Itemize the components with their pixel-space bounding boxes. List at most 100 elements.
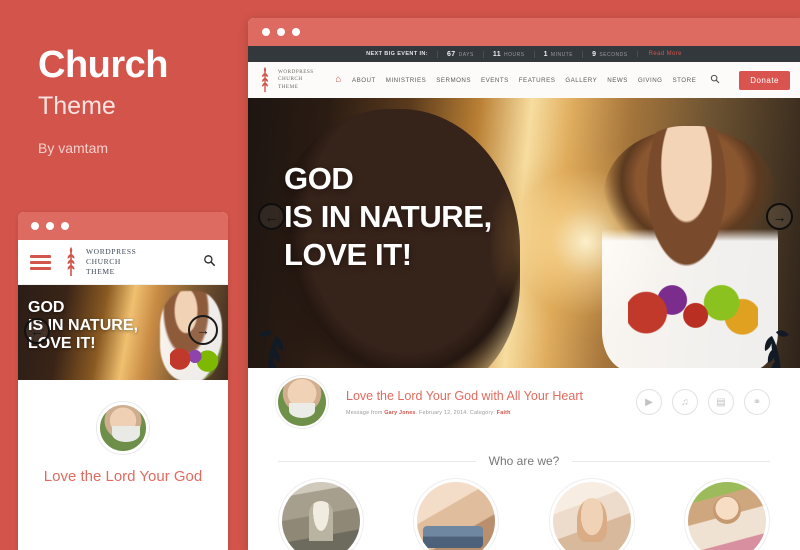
home-icon[interactable]: ⌂ bbox=[335, 75, 342, 85]
page-root: Church Theme By vamtam WORDPRESS CHURCH … bbox=[0, 0, 800, 550]
event-countdown-bar: NEXT BIG EVENT IN: 67 DAYS 11 HOURS 1 MI… bbox=[248, 46, 800, 62]
nav-item-news[interactable]: NEWS bbox=[607, 77, 628, 84]
sermon-meta-line: Message from Gary Jones. February 12, 20… bbox=[346, 410, 583, 416]
hands-on-book-photo[interactable] bbox=[417, 482, 496, 550]
nav-item-features[interactable]: FEATURES bbox=[519, 77, 556, 84]
countdown-seconds: 9 SECONDS bbox=[582, 50, 637, 58]
countdown-hours: 11 HOURS bbox=[482, 50, 534, 58]
countdown-seconds-unit: SECONDS bbox=[599, 51, 628, 58]
mobile-sermon-title[interactable]: Love the Lord Your God bbox=[18, 468, 228, 487]
pdf-icon[interactable]: ▤ bbox=[708, 389, 734, 415]
mobile-window-titlebar bbox=[18, 212, 228, 240]
sermon-date-category: . February 12, 2014. Category: bbox=[415, 410, 497, 417]
video-icon[interactable]: ▶ bbox=[636, 389, 662, 415]
window-dot-minimize[interactable] bbox=[46, 222, 54, 230]
brand-line3: THEME bbox=[278, 83, 299, 90]
countdown-hours-unit: HOURS bbox=[504, 51, 525, 58]
window-dot-maximize[interactable] bbox=[61, 222, 69, 230]
who-are-we-heading: Who are we? bbox=[248, 436, 800, 468]
divider-right bbox=[572, 460, 771, 462]
countdown-minutes-unit: MINUTE bbox=[550, 51, 574, 58]
slider-prev-button[interactable]: ← bbox=[258, 203, 285, 230]
theme-author: By vamtam bbox=[38, 140, 109, 157]
mobile-preview: WORDPRESS CHURCH THEME GOD IS IN NATURE,… bbox=[18, 212, 228, 550]
sermon-info: Love the Lord Your God with All Your Hea… bbox=[346, 388, 583, 416]
site-brand-logo[interactable]: WORDPRESS CHURCH THEME bbox=[258, 67, 314, 93]
laurel-decoration-right bbox=[764, 330, 789, 368]
search-icon[interactable] bbox=[710, 74, 720, 86]
window-dot-close[interactable] bbox=[262, 28, 270, 36]
search-icon[interactable] bbox=[203, 254, 216, 270]
mobile-slider-prev-button[interactable]: ← bbox=[24, 318, 50, 344]
countdown-seconds-value: 9 bbox=[592, 50, 597, 58]
window-dot-minimize[interactable] bbox=[277, 28, 285, 36]
countdown-days: 67 DAYS bbox=[437, 50, 483, 58]
window-dot-close[interactable] bbox=[31, 222, 39, 230]
nav-item-sermons[interactable]: SERMONS bbox=[436, 77, 471, 84]
countdown-minutes-value: 1 bbox=[543, 50, 548, 58]
mobile-hero-vegetables bbox=[170, 346, 218, 372]
promo-title-block: Church Theme By vamtam bbox=[38, 44, 238, 157]
brand-line2: CHURCH bbox=[278, 76, 303, 83]
countdown-days-value: 67 bbox=[447, 50, 456, 58]
hero-line3: LOVE IT! bbox=[284, 236, 412, 272]
slider-next-button[interactable]: → bbox=[766, 203, 793, 230]
search-glyph bbox=[711, 74, 720, 84]
hero-line1: GOD bbox=[284, 161, 354, 196]
countdown-hours-value: 11 bbox=[492, 50, 502, 58]
mobile-hero-slider: GOD IS IN NATURE, LOVE IT! ← → bbox=[18, 285, 228, 380]
avatar bbox=[97, 402, 149, 454]
theme-name: Church bbox=[38, 44, 169, 86]
site-brand-text: WORDPRESS CHURCH THEME bbox=[278, 69, 314, 91]
wheat-icon bbox=[67, 247, 75, 276]
nav-item-events[interactable]: EVENTS bbox=[481, 77, 509, 84]
mobile-brand-line1: WORDPRESS bbox=[86, 246, 137, 256]
nav-item-store[interactable]: STORE bbox=[673, 77, 697, 84]
link-icon[interactable]: ⚭ bbox=[744, 389, 770, 415]
church-interior-photo[interactable] bbox=[282, 482, 360, 550]
mobile-brand-text: WORDPRESS CHURCH THEME bbox=[86, 247, 136, 277]
sermon-action-icons: ▶ ♫ ▤ ⚭ bbox=[636, 389, 770, 415]
girl-photo[interactable] bbox=[687, 482, 766, 550]
mobile-brand-line2: CHURCH bbox=[86, 256, 121, 266]
mobile-brand-logo[interactable]: WORDPRESS CHURCH THEME bbox=[63, 247, 136, 277]
site-navbar: WORDPRESS CHURCH THEME ⌂ ABOUT MINISTRIE… bbox=[248, 62, 800, 98]
countdown-minutes: 1 MINUTE bbox=[533, 50, 582, 58]
avatar-beard bbox=[112, 426, 140, 442]
hamburger-menu-icon[interactable] bbox=[30, 254, 51, 270]
nav-item-gallery[interactable]: GALLERY bbox=[565, 77, 597, 84]
sermon-speaker[interactable]: Gary Jones bbox=[384, 410, 415, 416]
mobile-slider-next-button[interactable]: → bbox=[188, 315, 218, 345]
hero-line2: IS IN NATURE, bbox=[284, 198, 492, 234]
who-are-we-gallery bbox=[248, 468, 800, 550]
desktop-preview-window: NEXT BIG EVENT IN: 67 DAYS 11 HOURS 1 MI… bbox=[248, 18, 800, 550]
section-title: Who are we? bbox=[488, 454, 560, 468]
avatar-beard bbox=[289, 403, 315, 418]
search-glyph bbox=[204, 255, 216, 267]
mobile-navbar: WORDPRESS CHURCH THEME bbox=[18, 240, 228, 285]
donate-button[interactable]: Donate bbox=[739, 70, 790, 90]
promo-panel: Church Theme By vamtam WORDPRESS CHURCH … bbox=[0, 0, 248, 550]
mobile-hero-line1: GOD bbox=[28, 299, 65, 316]
main-menu: ⌂ ABOUT MINISTRIES SERMONS EVENTS FEATUR… bbox=[335, 70, 790, 90]
mobile-sermon-block: Love the Lord Your God bbox=[18, 380, 228, 487]
featured-sermon-bar: Love the Lord Your God with All Your Hea… bbox=[248, 368, 800, 436]
browser-titlebar bbox=[248, 18, 800, 46]
window-dot-maximize[interactable] bbox=[292, 28, 300, 36]
countdown-label: NEXT BIG EVENT IN: bbox=[366, 51, 428, 57]
sermon-meta-prefix: Message from bbox=[346, 410, 385, 417]
headphones-icon[interactable]: ♫ bbox=[672, 389, 698, 415]
sermon-category[interactable]: Faith bbox=[497, 410, 511, 416]
nav-item-ministries[interactable]: MINISTRIES bbox=[386, 77, 426, 84]
countdown-days-unit: DAYS bbox=[458, 51, 474, 58]
nav-item-giving[interactable]: GIVING bbox=[638, 77, 663, 84]
praying-hands-photo[interactable] bbox=[552, 482, 631, 550]
laurel-decoration-left bbox=[259, 330, 284, 368]
sermon-title[interactable]: Love the Lord Your God with All Your Hea… bbox=[346, 388, 583, 404]
mobile-brand-line3: THEME bbox=[86, 267, 115, 277]
countdown-read-more-link[interactable]: Read More bbox=[636, 51, 682, 57]
avatar bbox=[278, 378, 326, 426]
nav-item-about[interactable]: ABOUT bbox=[352, 77, 376, 84]
hero-vegetables bbox=[628, 272, 758, 342]
divider-left bbox=[278, 460, 476, 462]
